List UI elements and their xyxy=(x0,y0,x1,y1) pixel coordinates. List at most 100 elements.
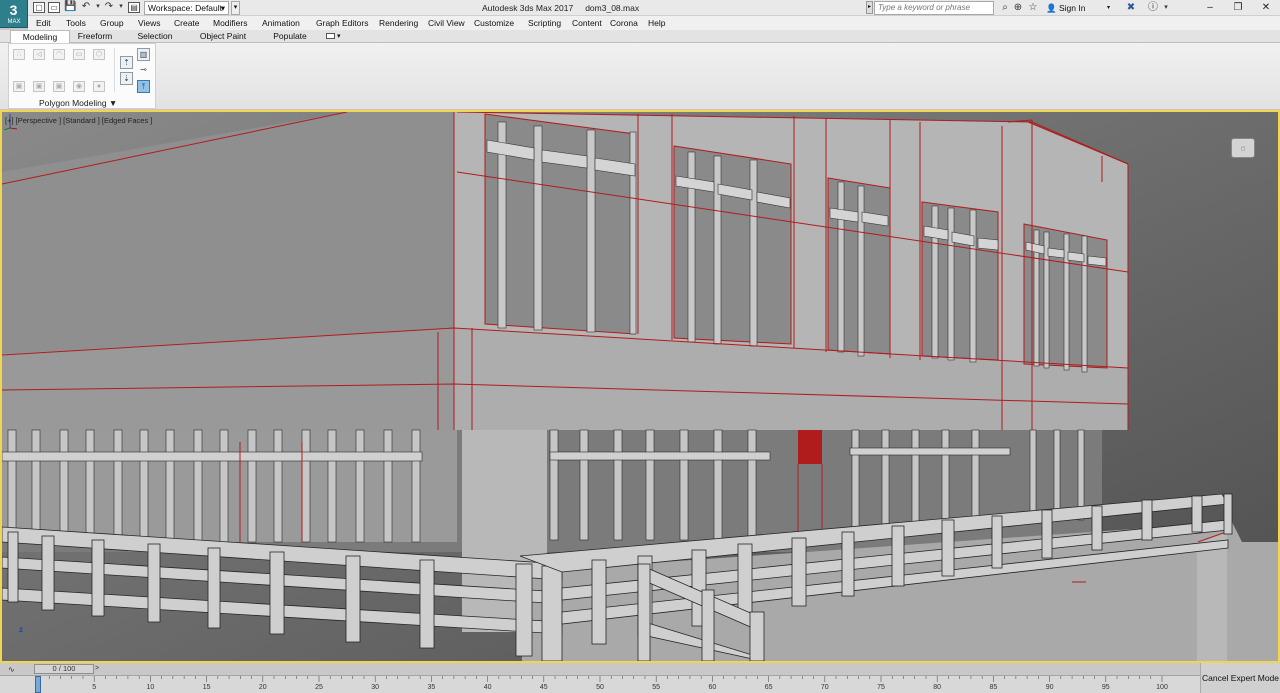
app-logo-button[interactable]: 3 MAX xyxy=(0,0,28,28)
menu-views[interactable]: Views xyxy=(138,17,161,29)
save-icon[interactable]: 💾 xyxy=(64,2,76,13)
frame-tick-label: 75 xyxy=(877,684,885,691)
axis-z-label: z xyxy=(19,625,23,634)
open-file-icon[interactable]: ▭ xyxy=(48,2,60,13)
frame-tick-label: 40 xyxy=(483,684,492,691)
red-panel xyxy=(798,430,822,464)
element-icon[interactable]: ⬡ xyxy=(93,49,105,60)
use-nurms-icon[interactable]: ⤒ xyxy=(137,80,150,93)
sign-in-label: Sign In xyxy=(1058,3,1086,13)
logo-text: 3 xyxy=(9,2,18,18)
menu-help[interactable]: Help xyxy=(648,17,665,29)
tab-freeform[interactable]: Freeform xyxy=(70,30,120,43)
vertex-icon[interactable]: ∴ xyxy=(13,49,25,60)
panel-divider xyxy=(114,48,115,92)
collapse-stack-icon[interactable]: ▣ xyxy=(33,81,45,92)
help-dropdown-icon[interactable]: ▾ xyxy=(1160,2,1172,14)
border-icon[interactable]: ◠ xyxy=(53,49,65,60)
show-end-result-icon[interactable]: ▣ xyxy=(53,81,65,92)
frame-tick-label: 10 xyxy=(146,684,155,691)
window-controls: – ❐ ✕ xyxy=(1196,0,1280,16)
tab-populate[interactable]: Populate xyxy=(264,30,316,43)
axis-tripod-icon xyxy=(3,114,18,130)
menu-edit[interactable]: Edit xyxy=(36,17,51,29)
frame-tick-label: 100 xyxy=(1156,684,1168,691)
frame-tick-label: 45 xyxy=(539,684,548,691)
menu-tools[interactable]: Tools xyxy=(66,17,86,29)
next-frame-icon[interactable]: > xyxy=(95,664,103,674)
viewport-label-menu[interactable]: [+] [Perspective ] [Standard ] [Edged Fa… xyxy=(5,116,152,125)
restore-icon[interactable]: ❐ xyxy=(1224,0,1252,16)
undo-icon[interactable]: ↶ xyxy=(80,2,92,13)
menu-civil-view[interactable]: Civil View xyxy=(428,17,465,29)
viewport-scene xyxy=(2,112,1278,661)
frame-tick-label: 95 xyxy=(1101,684,1110,691)
subscription-icon[interactable]: ⊕ xyxy=(1012,2,1024,14)
ribbon-tabs: Modeling Freeform Selection Object Paint… xyxy=(0,30,1280,43)
frame-tick-label: 5 xyxy=(92,684,97,691)
frame-tick-label: 70 xyxy=(820,684,829,691)
make-unique-icon[interactable]: ● xyxy=(93,81,105,92)
frame-tick-label: 85 xyxy=(989,684,998,691)
previous-modifier-icon[interactable]: ⇡ xyxy=(120,56,133,69)
workspace-menu-button[interactable]: ▾ xyxy=(231,1,240,15)
close-icon[interactable]: ✕ xyxy=(1252,0,1280,16)
ribbon-options-icon[interactable]: ▾ xyxy=(326,32,342,41)
track-bar[interactable]: 5 10 15 20 25 30 35 40 45 50 55 60 65 70 75 80 85 90 95 100 xyxy=(0,675,1200,693)
menu-animation[interactable]: Animation xyxy=(262,17,300,29)
frame-tick-label: 50 xyxy=(596,684,604,691)
project-folder-icon[interactable]: ▤ xyxy=(128,2,140,13)
menu-modifiers[interactable]: Modifiers xyxy=(213,17,247,29)
polygon-modeling-panel: ∴ ◁ ◠ ▭ ⬡ ▣ ▣ ▣ ◉ ● ⇡ ⇣ ▥ ⊸ ⤒ Polygon Mo… xyxy=(8,43,156,109)
next-modifier-icon[interactable]: ⇣ xyxy=(120,72,133,85)
exchange-apps-icon[interactable]: ✖ xyxy=(1125,2,1137,14)
ribbon-body xyxy=(0,43,1280,109)
toggle-modifier-icon[interactable]: ◉ xyxy=(73,81,85,92)
viewcube[interactable]: ▢ xyxy=(1231,138,1255,158)
perspective-viewport[interactable]: [+] [Perspective ] [Standard ] [Edged Fa… xyxy=(0,110,1280,663)
binoculars-icon[interactable]: ⌕ xyxy=(999,2,1011,14)
curve-editor-icon[interactable]: ∿ xyxy=(8,665,15,674)
new-file-icon[interactable]: ▢ xyxy=(33,2,45,13)
ignore-backfacing-icon[interactable]: ⊸ xyxy=(137,64,150,77)
sign-in-button[interactable]: 👤 Sign In ▾ xyxy=(1046,2,1114,14)
tab-modeling[interactable]: Modeling xyxy=(10,30,70,43)
menu-rendering[interactable]: Rendering xyxy=(379,17,418,29)
frame-tick-label: 55 xyxy=(652,684,661,691)
logo-subtext: MAX xyxy=(7,19,21,25)
app-name: Autodesk 3ds Max 2017 xyxy=(482,3,574,13)
polygon-icon[interactable]: ▭ xyxy=(73,49,85,60)
menu-content[interactable]: Content xyxy=(572,17,602,29)
tab-selection[interactable]: Selection xyxy=(130,30,180,43)
menu-corona[interactable]: Corona xyxy=(610,17,638,29)
frame-tick-label: 90 xyxy=(1045,684,1054,691)
search-input[interactable]: Type a keyword or phrase xyxy=(874,1,994,15)
frame-tick-label: 20 xyxy=(258,684,267,691)
menu-graph-editors[interactable]: Graph Editors xyxy=(316,17,368,29)
tab-object-paint[interactable]: Object Paint xyxy=(192,30,254,43)
search-expand-icon[interactable]: ▸ xyxy=(866,1,873,14)
cancel-expert-mode-button[interactable]: Cancel Expert Mode xyxy=(1200,663,1280,693)
panel-label: Polygon Modeling ▼ xyxy=(39,98,118,108)
time-slider[interactable]: 0 / 100 xyxy=(34,664,94,674)
menu-create[interactable]: Create xyxy=(174,17,200,29)
file-name: dom3_08.max xyxy=(585,3,640,13)
frame-tick-label: 60 xyxy=(708,684,717,691)
edge-icon[interactable]: ◁ xyxy=(33,49,45,60)
minimize-icon[interactable]: – xyxy=(1196,0,1224,16)
favorites-star-icon[interactable]: ☆ xyxy=(1027,2,1039,14)
user-icon: 👤 xyxy=(1046,3,1059,13)
menu-customize[interactable]: Customize xyxy=(474,17,514,29)
menu-scripting[interactable]: Scripting xyxy=(528,17,561,29)
frame-tick-label: 25 xyxy=(315,684,323,691)
modify-mode-icon[interactable]: ▣ xyxy=(13,81,25,92)
pin-stack-icon[interactable]: ▥ xyxy=(137,48,150,61)
current-frame-marker[interactable] xyxy=(35,676,41,693)
redo-dropdown-icon[interactable]: ▾ xyxy=(115,2,127,13)
help-icon[interactable]: ⓘ xyxy=(1147,2,1159,14)
frame-tick-label: 65 xyxy=(764,684,773,691)
workspace-dropdown[interactable]: Workspace: Default ▾ xyxy=(144,1,229,15)
menu-group[interactable]: Group xyxy=(100,17,124,29)
redo-icon[interactable]: ↷ xyxy=(103,2,115,13)
frame-tick-label: 30 xyxy=(371,684,380,691)
